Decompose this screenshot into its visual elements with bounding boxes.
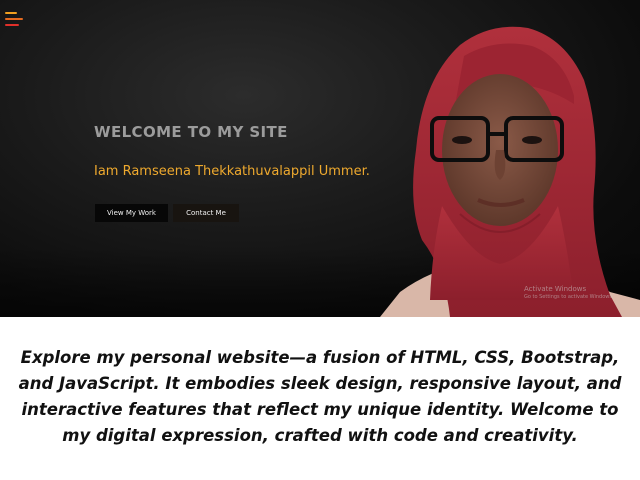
hamburger-menu-icon[interactable] [5,10,25,28]
description-caption: Explore my personal website—a fusion of … [18,348,622,445]
profile-portrait [380,26,640,317]
contact-me-button[interactable]: Contact Me [173,204,239,222]
welcome-heading: WELCOME TO MY SITE [94,123,288,141]
menu-line-top [5,12,17,14]
watermark-line-1: Activate Windows [524,285,587,293]
watermark-line-2: Go to Settings to activate Windows. [524,294,614,300]
view-my-work-button[interactable]: View My Work [95,204,168,222]
menu-line-bottom [5,24,19,26]
activate-windows-watermark: Activate Windows Go to Settings to activ… [524,285,634,300]
intro-name: Iam Ramseena Thekkathuvalappil Ummer. [94,164,370,179]
hero-section: WELCOME TO MY SITE Iam Ramseena Thekkath… [0,0,640,317]
menu-line-middle [5,18,23,20]
